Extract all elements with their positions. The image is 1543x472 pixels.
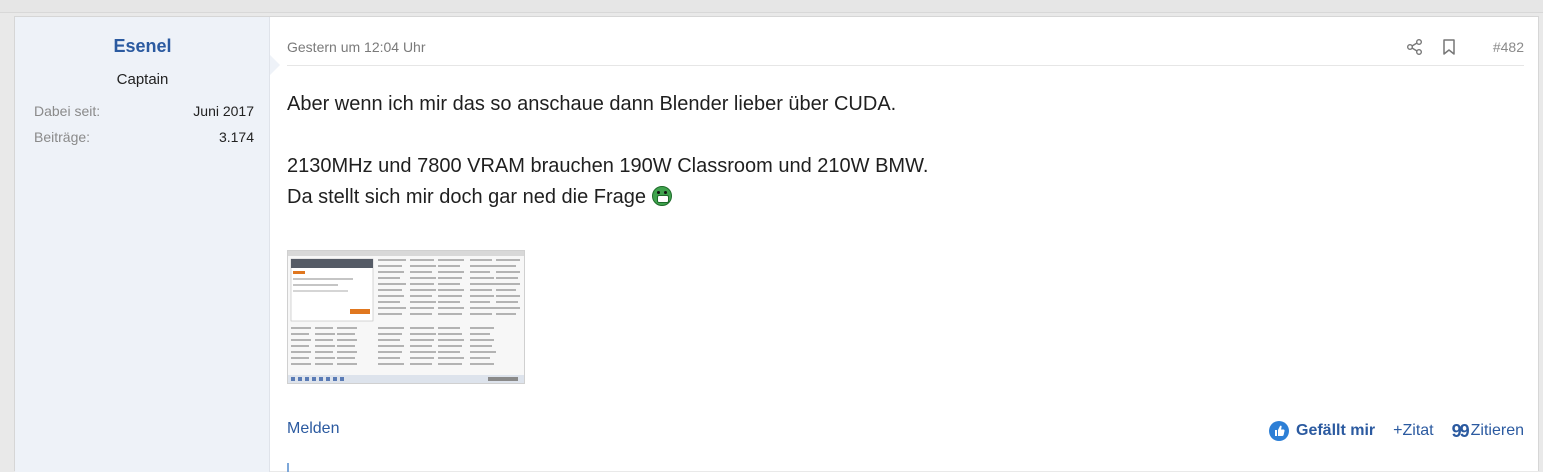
user-panel-pointer xyxy=(270,55,280,75)
user-rank: Captain xyxy=(116,71,169,88)
bookmark-icon[interactable] xyxy=(1440,38,1458,56)
post-footer-actions: Gefällt mir +Zitat 99 Zitieren xyxy=(1269,418,1524,444)
quote-icon: 99 xyxy=(1451,420,1470,441)
header-divider xyxy=(287,65,1524,66)
screenshot-thumbnail-image xyxy=(288,251,524,383)
stat-label: Dabei seit: xyxy=(34,103,101,119)
post-date-link[interactable]: Gestern um 12:04 Uhr xyxy=(287,39,426,55)
like-button[interactable]: Gefällt mir xyxy=(1269,421,1375,441)
stat-value: 3.174 xyxy=(218,129,254,145)
stat-label: Beiträge: xyxy=(34,129,91,145)
user-info-panel: Esenel Captain Dabei seit: Juni 2017 Bei… xyxy=(15,17,270,472)
post-number-link[interactable]: #482 xyxy=(1493,39,1524,55)
share-icon[interactable] xyxy=(1406,38,1424,56)
thumbs-up-icon xyxy=(1269,421,1289,441)
post-line: Aber wenn ich mir das so anschaue dann B… xyxy=(287,93,897,115)
stat-value: Juni 2017 xyxy=(193,103,254,119)
quote-reply-label: Zitieren xyxy=(1470,422,1524,439)
add-quote-label: +Zitat xyxy=(1393,422,1434,439)
post-content: Gestern um 12:04 Uhr #482 Aber wenn ich … xyxy=(287,17,1524,472)
post-footer: Melden Gefällt mir +Zitat 99 Zitieren xyxy=(287,418,1524,444)
post-body: Aber wenn ich mir das so anschaue dann B… xyxy=(287,89,1487,213)
forum-post: Esenel Captain Dabei seit: Juni 2017 Bei… xyxy=(14,16,1539,472)
username-link[interactable]: Esenel xyxy=(15,36,270,57)
report-link[interactable]: Melden xyxy=(287,420,339,438)
grin-emoji-icon xyxy=(651,186,672,206)
post-line: Da stellt sich mir doch gar ned die Frag… xyxy=(287,186,647,208)
top-divider xyxy=(0,0,1543,13)
quote-reply-button[interactable]: 99 Zitieren xyxy=(1452,421,1524,442)
attachment-thumbnail[interactable] xyxy=(287,250,525,384)
post-line-with-emoji: Da stellt sich mir doch gar ned die Frag… xyxy=(287,182,1487,213)
like-label: Gefällt mir xyxy=(1296,422,1376,439)
post-line: 2130MHz und 7800 VRAM brauchen 190W Clas… xyxy=(287,155,929,177)
add-quote-button[interactable]: +Zitat xyxy=(1393,422,1433,440)
